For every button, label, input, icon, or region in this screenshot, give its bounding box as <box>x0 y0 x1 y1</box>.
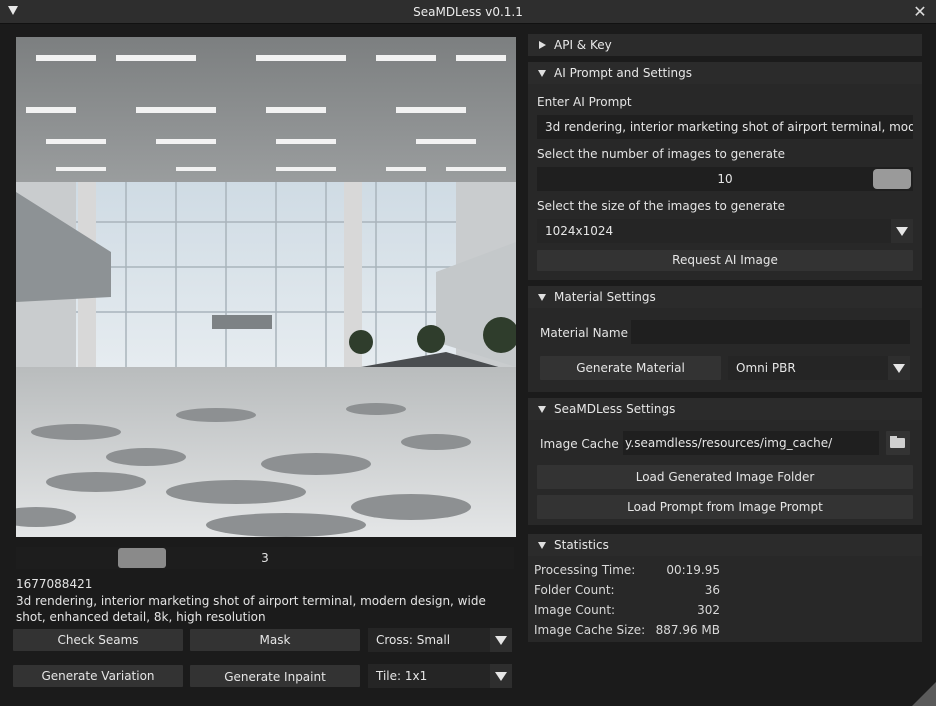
image-count-value: 10 <box>717 172 733 186</box>
expand-arrow-icon <box>538 542 546 549</box>
image-size-select[interactable]: 1024x1024 <box>537 219 913 243</box>
stat-value: 00:19.95 <box>666 563 720 577</box>
slider-grab-handle[interactable] <box>873 169 911 189</box>
seamdless-header[interactable]: SeaMDLess Settings <box>528 398 922 420</box>
image-seed: 1677088421 <box>16 577 93 591</box>
mask-button[interactable]: Mask <box>190 629 360 651</box>
load-generated-image-folder-button[interactable]: Load Generated Image Folder <box>537 465 913 489</box>
window-title: SeaMDLess v0.1.1 <box>413 5 523 19</box>
generate-variation-button[interactable]: Generate Variation <box>13 665 183 687</box>
preview-image <box>16 37 516 537</box>
expand-arrow-icon <box>538 70 546 77</box>
collapse-arrow-icon <box>539 41 546 49</box>
material-label: Material Settings <box>554 290 656 304</box>
ai-prompt-value: 3d rendering, interior marketing shot of… <box>545 120 913 134</box>
tile-select[interactable]: Tile: 1x1 <box>368 664 512 688</box>
expand-arrow-icon <box>538 294 546 301</box>
stat-value: 36 <box>704 583 720 597</box>
stat-value: 302 <box>697 603 720 617</box>
load-prompt-button[interactable]: Load Prompt from Image Prompt <box>537 495 913 519</box>
stat-label: Processing Time: <box>534 563 636 577</box>
slider-value: 3 <box>261 551 269 565</box>
api-key-label: API & Key <box>554 38 612 52</box>
image-size-label: Select the size of the images to generat… <box>537 199 785 213</box>
material-type-select[interactable]: Omni PBR <box>728 356 910 380</box>
image-prompt-text: 3d rendering, interior marketing shot of… <box>16 594 486 624</box>
material-name-input[interactable] <box>631 320 910 344</box>
image-cache-input[interactable]: y.seamdless/resources/img_cache/ <box>623 431 879 455</box>
generate-inpaint-button[interactable]: Generate Inpaint <box>190 665 360 687</box>
statistics-header[interactable]: Statistics <box>528 534 922 556</box>
material-name-label: Material Name <box>540 326 628 340</box>
seamdless-label: SeaMDLess Settings <box>554 402 676 416</box>
statistics-label: Statistics <box>554 538 609 552</box>
image-count-slider[interactable]: 10 <box>537 167 913 191</box>
cross-size-select[interactable]: Cross: Small <box>368 628 512 652</box>
generate-material-button[interactable]: Generate Material <box>540 356 721 380</box>
ai-prompt-label: AI Prompt and Settings <box>554 66 693 80</box>
stat-value: 887.96 MB <box>655 623 720 637</box>
chevron-down-icon[interactable] <box>490 664 512 688</box>
api-key-section: API & Key <box>528 34 922 56</box>
image-cache-value: y.seamdless/resources/img_cache/ <box>625 436 833 450</box>
close-icon[interactable]: ✕ <box>912 2 928 21</box>
image-size-value: 1024x1024 <box>545 224 614 238</box>
cross-size-value: Cross: Small <box>376 633 451 647</box>
expand-arrow-icon <box>538 406 546 413</box>
ai-prompt-header[interactable]: AI Prompt and Settings <box>528 62 922 84</box>
check-seams-button[interactable]: Check Seams <box>13 629 183 651</box>
chevron-down-icon[interactable] <box>891 219 913 243</box>
tile-value: Tile: 1x1 <box>376 669 428 683</box>
request-ai-image-button[interactable]: Request AI Image <box>537 250 913 271</box>
resize-grip-icon[interactable] <box>912 682 936 706</box>
title-bar: SeaMDLess v0.1.1 ✕ <box>0 0 936 24</box>
image-index-slider[interactable]: 3 <box>16 547 514 569</box>
stat-label: Folder Count: <box>534 583 615 597</box>
material-header[interactable]: Material Settings <box>528 286 922 308</box>
folder-tab-shape <box>890 436 897 439</box>
folder-icon <box>890 438 905 448</box>
chevron-down-icon[interactable] <box>888 356 910 380</box>
image-cache-label: Image Cache <box>540 437 619 451</box>
api-key-header[interactable]: API & Key <box>528 34 922 56</box>
airport-terminal-image <box>16 37 516 537</box>
ai-prompt-input[interactable]: 3d rendering, interior marketing shot of… <box>537 115 913 139</box>
prompt-label: Enter AI Prompt <box>537 95 632 109</box>
browse-folder-button[interactable] <box>886 431 910 455</box>
stat-label: Image Cache Size: <box>534 623 646 637</box>
material-type-value: Omni PBR <box>736 361 796 375</box>
image-count-label: Select the number of images to generate <box>537 147 786 161</box>
stat-label: Image Count: <box>534 603 616 617</box>
chevron-down-icon[interactable] <box>490 628 512 652</box>
